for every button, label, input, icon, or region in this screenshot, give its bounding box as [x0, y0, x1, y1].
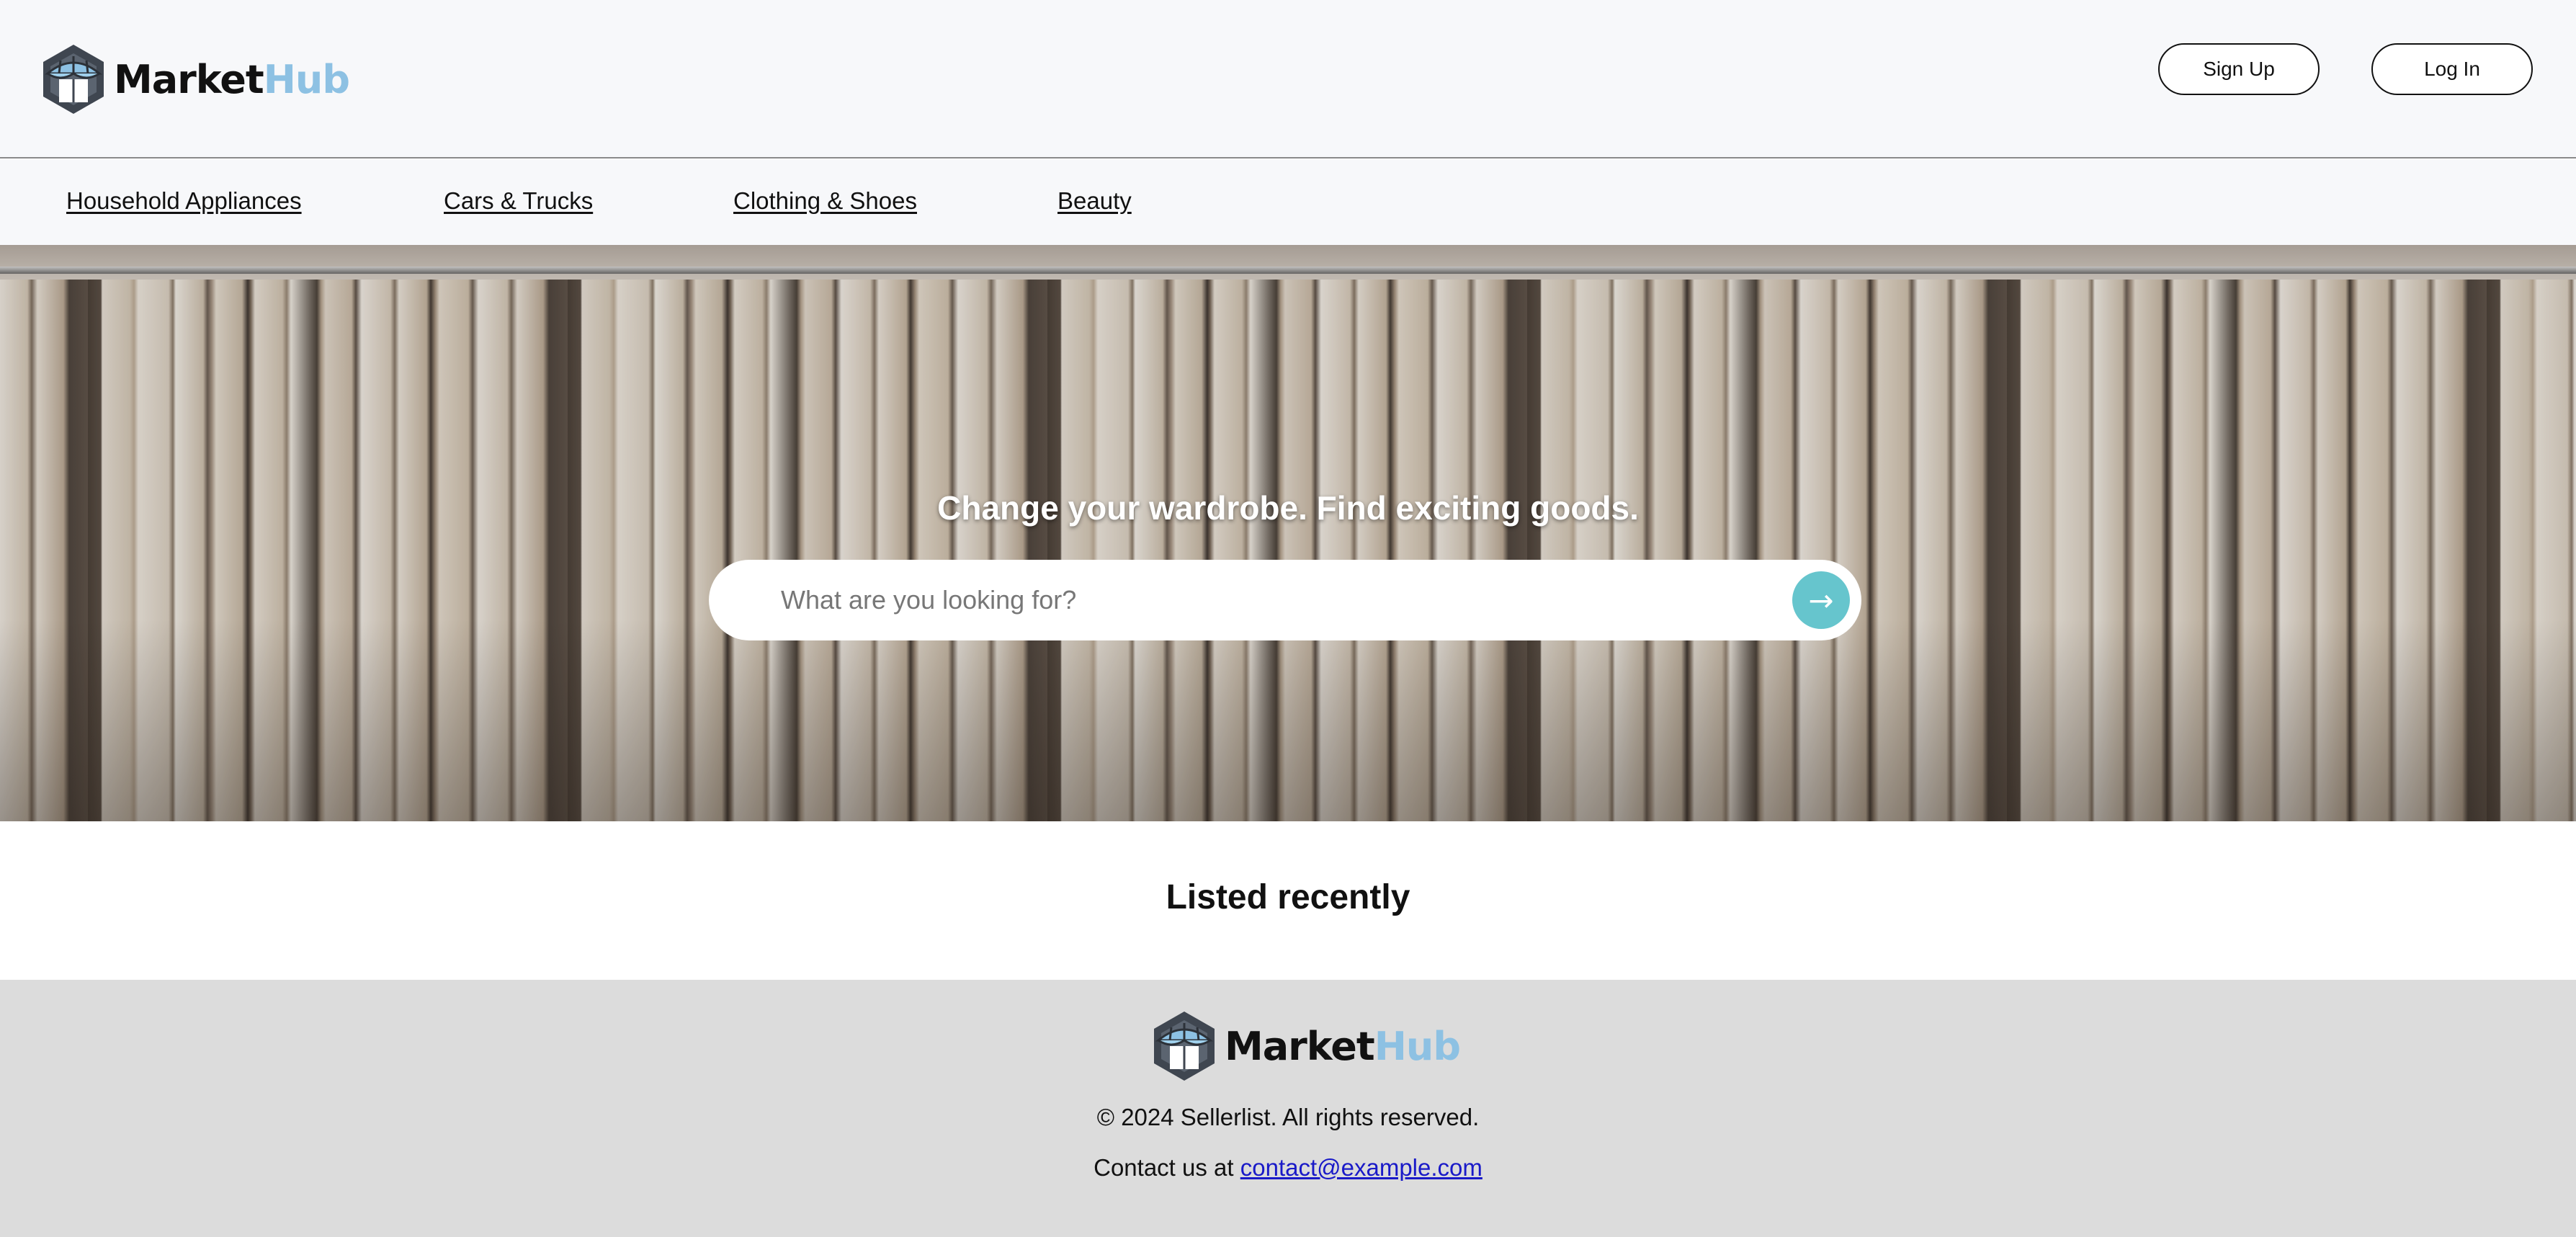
market-stall-logo-icon	[1154, 1012, 1215, 1081]
contact-prefix: Contact us at	[1094, 1154, 1240, 1181]
footer-brand-name: MarketHub	[1225, 1023, 1461, 1069]
category-nav: Household Appliances Cars & Trucks Cloth…	[0, 160, 2576, 245]
log-in-button[interactable]: Log In	[2371, 43, 2533, 95]
nav-link-clothing-shoes[interactable]: Clothing & Shoes	[733, 187, 917, 215]
search-input[interactable]	[781, 574, 1761, 626]
search-bar: →	[709, 560, 1861, 640]
hero-banner: Change your wardrobe. Find exciting good…	[0, 245, 2576, 821]
hero-title: Change your wardrobe. Find exciting good…	[937, 489, 1639, 527]
site-header: MarketHub Sign Up Log In	[0, 0, 2576, 158]
market-stall-logo-icon	[43, 45, 104, 114]
brand-name: MarketHub	[114, 56, 350, 102]
footer-brand-logo[interactable]: MarketHub	[1148, 1009, 1461, 1084]
brand-logo[interactable]: MarketHub	[37, 42, 350, 117]
nav-link-beauty[interactable]: Beauty	[1057, 187, 1132, 215]
arrow-right-icon: →	[1808, 582, 1834, 618]
site-footer: MarketHub © 2024 Sellerlist. All rights …	[0, 980, 2576, 1237]
sign-up-button[interactable]: Sign Up	[2158, 43, 2320, 95]
contact-line: Contact us at contact@example.com	[0, 1154, 2576, 1182]
copyright-text: © 2024 Sellerlist. All rights reserved.	[1096, 1104, 1480, 1130]
nav-link-cars-trucks[interactable]: Cars & Trucks	[444, 187, 593, 215]
listed-recently-heading: Listed recently	[1166, 878, 1410, 916]
search-submit-button[interactable]: →	[1792, 571, 1850, 629]
contact-email-link[interactable]: contact@example.com	[1240, 1154, 1482, 1181]
nav-link-household-appliances[interactable]: Household Appliances	[66, 187, 302, 215]
